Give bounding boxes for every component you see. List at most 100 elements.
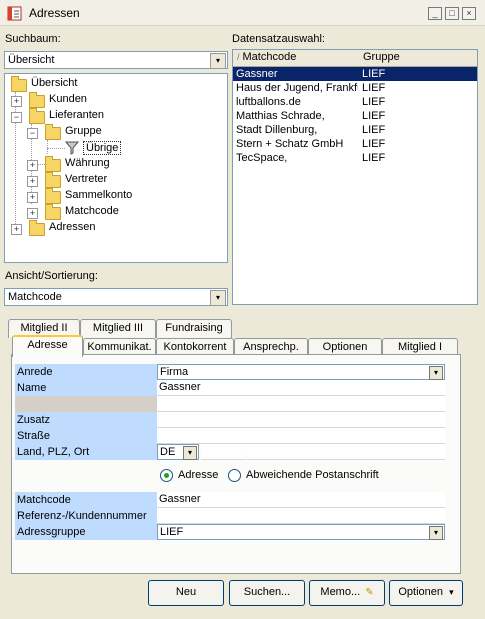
collapse-icon[interactable]: −	[27, 128, 38, 139]
name-label: Name	[15, 380, 157, 396]
column-header-gruppe[interactable]: Gruppe	[359, 50, 477, 67]
column-header-matchcode[interactable]: / Matchcode	[233, 50, 364, 67]
land-value: DE	[160, 446, 176, 458]
cell-matchcode: Stadt Dillenburg,	[236, 124, 318, 136]
strasse-field[interactable]	[157, 428, 445, 444]
cell-matchcode: Matthias Schrade,	[236, 110, 325, 122]
expand-icon[interactable]: +	[27, 176, 38, 187]
name2-field[interactable]	[157, 396, 445, 412]
name-row: Name Gassner	[15, 380, 445, 396]
anrede-value: Firma	[160, 366, 189, 378]
name-field[interactable]: Gassner	[157, 380, 445, 396]
referenz-field[interactable]	[157, 508, 445, 524]
cell-gruppe: LIEF	[362, 138, 386, 150]
tree-node-vertreter[interactable]: + Vertreter	[27, 172, 207, 188]
tree-node-matchcode[interactable]: + Matchcode	[27, 204, 207, 220]
table-row[interactable]: TecSpace, LIEF	[233, 151, 477, 165]
referenz-label: Referenz-/Kundennummer	[15, 508, 157, 524]
filter-icon	[65, 141, 79, 155]
tree-node-label: Kunden	[49, 93, 87, 105]
expand-icon[interactable]: +	[27, 208, 38, 219]
zusatz-field[interactable]	[157, 412, 445, 428]
matchcode-row: Matchcode Gassner	[15, 492, 445, 508]
datensatz-label: Datensatzauswahl:	[232, 33, 325, 45]
neu-button[interactable]: Neu	[148, 580, 224, 606]
folder-icon	[45, 188, 61, 204]
expand-icon[interactable]: +	[27, 192, 38, 203]
anrede-select[interactable]: Firma ▾	[157, 364, 445, 380]
chevron-down-icon[interactable]: ▾	[210, 290, 226, 306]
table-row[interactable]: Haus der Jugend, Frankfurt LIEF	[233, 81, 477, 95]
matchcode-field[interactable]: Gassner	[157, 492, 445, 508]
referenz-row: Referenz-/Kundennummer	[15, 508, 445, 524]
folder-icon	[11, 76, 27, 92]
cell-matchcode: Stern + Schatz GmbH	[236, 138, 344, 150]
table-row[interactable]: luftballons.de LIEF	[233, 95, 477, 109]
land-select[interactable]: DE ▾	[157, 444, 199, 460]
ansicht-select[interactable]: Matchcode ▾	[4, 288, 228, 306]
cell-matchcode: Gassner	[236, 68, 278, 80]
restore-button[interactable]: □	[445, 7, 459, 20]
folder-icon	[29, 220, 45, 236]
table-row[interactable]: Matthias Schrade, LIEF	[233, 109, 477, 123]
tree-node-lieferanten[interactable]: − Lieferanten	[11, 108, 211, 124]
tree-node-label: Sammelkonto	[65, 189, 133, 201]
cell-matchcode: luftballons.de	[236, 96, 301, 108]
suchbaum-select[interactable]: Übersicht ▾	[4, 51, 228, 69]
tree-node-gruppe[interactable]: − Gruppe	[27, 124, 207, 140]
chevron-down-icon: ▾	[449, 587, 454, 597]
tree-node-label: Währung	[65, 157, 110, 169]
cell-matchcode: TecSpace,	[236, 152, 288, 164]
chevron-down-icon[interactable]: ▾	[429, 526, 443, 540]
ort-field[interactable]	[246, 444, 445, 460]
tree-node-adressen[interactable]: + Adressen	[11, 220, 211, 236]
tree-node-label: Gruppe	[65, 125, 102, 137]
tab-mitglied-iii[interactable]: Mitglied III	[80, 319, 156, 338]
collapse-icon[interactable]: −	[11, 112, 22, 123]
tree-node-sammelkonto[interactable]: + Sammelkonto	[27, 188, 207, 204]
optionen-button[interactable]: Optionen ▾	[389, 580, 463, 606]
memo-button[interactable]: Memo... ✎	[309, 580, 385, 606]
optionen-button-label: Optionen	[398, 586, 444, 598]
pencil-icon: ✎	[365, 587, 374, 598]
memo-button-label: Memo...	[320, 586, 361, 598]
title-bar: Adressen _ □ ×	[0, 0, 485, 26]
tree-node-uebrige[interactable]: Übrige	[63, 140, 183, 156]
chevron-down-icon[interactable]: ▾	[429, 366, 443, 380]
expand-icon[interactable]: +	[11, 96, 22, 107]
column-header-label: Matchcode	[242, 51, 297, 63]
strasse-label: Straße	[15, 428, 157, 444]
sort-icon: /	[237, 52, 240, 62]
search-tree[interactable]: Übersicht + Kunden − Lieferanten − Grupp…	[4, 73, 228, 263]
chevron-down-icon[interactable]: ▾	[210, 53, 226, 69]
address-book-icon	[7, 6, 22, 21]
radio-adresse[interactable]	[160, 469, 173, 482]
column-header-label: Gruppe	[363, 51, 400, 63]
suchen-button[interactable]: Suchen...	[229, 580, 305, 606]
folder-icon	[45, 172, 61, 188]
close-button[interactable]: ×	[462, 7, 476, 20]
chevron-down-icon[interactable]: ▾	[183, 446, 197, 460]
zusatz-row: Zusatz	[15, 412, 445, 428]
record-grid[interactable]: / Matchcode Gruppe Gassner LIEF Haus der …	[232, 49, 478, 305]
tree-node-label: Übersicht	[31, 77, 78, 89]
tree-node-root[interactable]: Übersicht	[11, 76, 211, 92]
tree-node-waehrung[interactable]: + Währung	[27, 156, 207, 172]
table-row[interactable]: Gassner LIEF	[233, 67, 477, 81]
minimize-button[interactable]: _	[428, 7, 442, 20]
adressgruppe-select[interactable]: LIEF ▾	[157, 524, 445, 540]
adressgruppe-label: Adressgruppe	[15, 524, 157, 540]
blank-label	[15, 396, 157, 412]
plz-field[interactable]	[201, 444, 245, 460]
tab-fundraising[interactable]: Fundraising	[156, 319, 232, 338]
cell-gruppe: LIEF	[362, 82, 386, 94]
expand-icon[interactable]: +	[11, 224, 22, 235]
table-row[interactable]: Stadt Dillenburg, LIEF	[233, 123, 477, 137]
expand-icon[interactable]: +	[27, 160, 38, 171]
radio-abweichend[interactable]	[228, 469, 241, 482]
table-row[interactable]: Stern + Schatz GmbH LIEF	[233, 137, 477, 151]
tree-node-kunden[interactable]: + Kunden	[11, 92, 211, 108]
ansicht-label: Ansicht/Sortierung:	[5, 270, 98, 282]
folder-open-icon	[45, 124, 61, 140]
tab-adresse[interactable]: Adresse	[12, 335, 83, 357]
